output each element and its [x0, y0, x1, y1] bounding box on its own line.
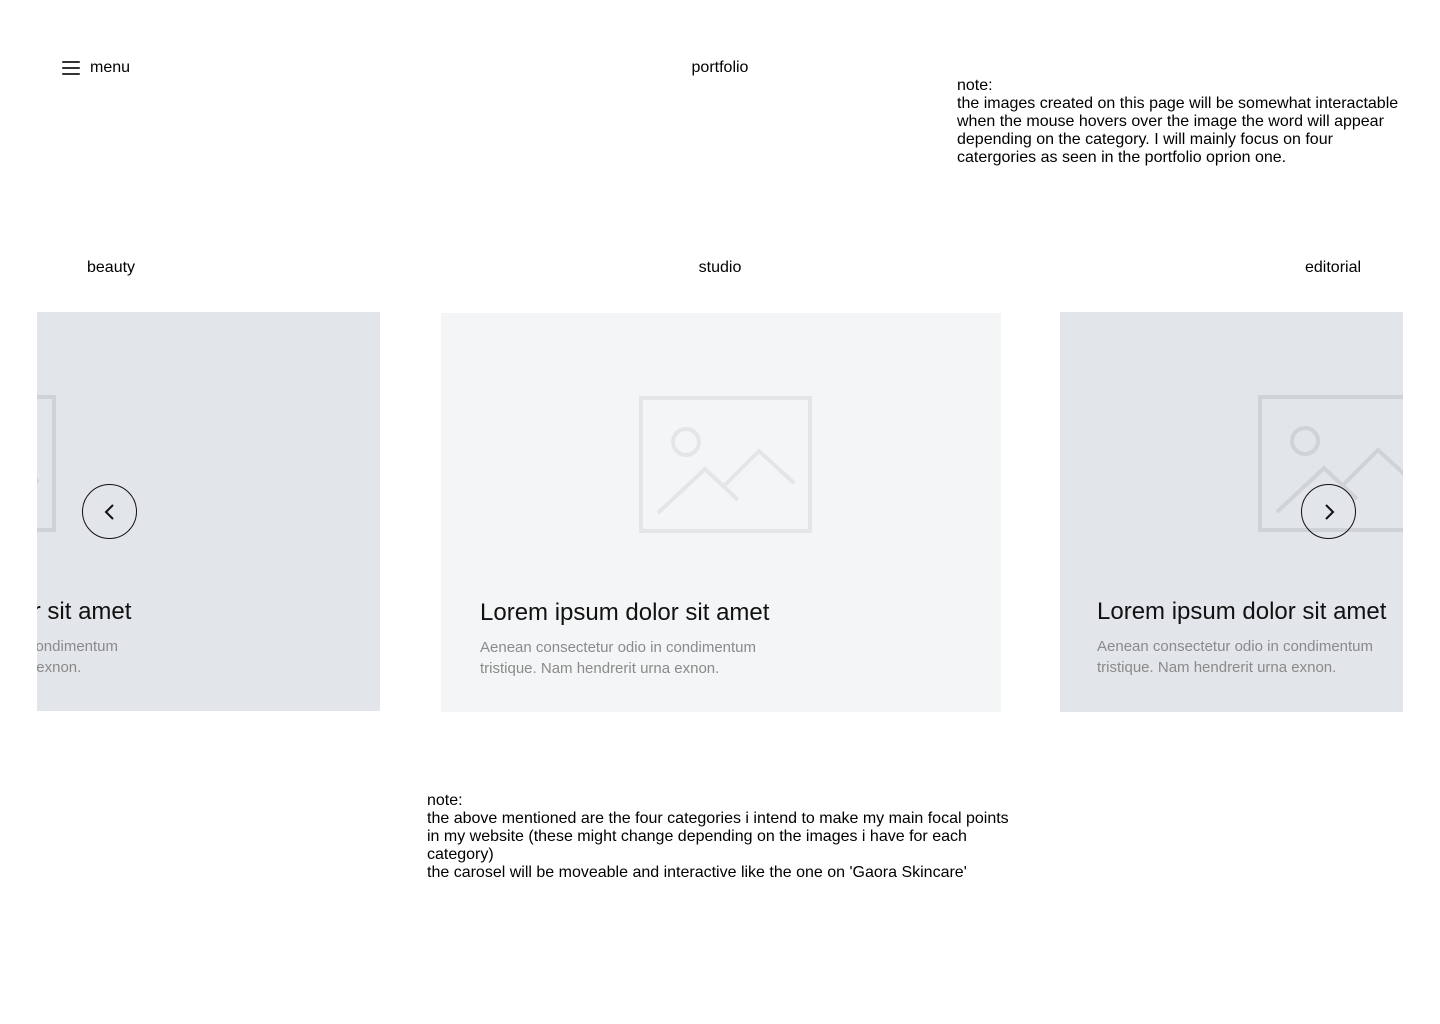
card-title: Lorem ipsum dolor sit amet — [37, 598, 132, 625]
carousel-card-studio[interactable]: Lorem ipsum dolor sit amet Aenean consec… — [441, 313, 1001, 712]
note-label: note: — [957, 77, 993, 94]
note-text: the above mentioned are the four categor… — [427, 810, 1009, 863]
card-description: Aenean consectetur odio in condimentum t… — [1097, 638, 1374, 676]
category-label-editorial[interactable]: editorial — [1305, 258, 1361, 278]
card-title: Lorem ipsum dolor sit amet — [1097, 598, 1387, 625]
image-placeholder-icon — [639, 396, 812, 533]
card-description: Aenean consectetur odio in condimentum t… — [480, 639, 757, 677]
card-description: Aenean consectetur odio in condimentum t… — [37, 638, 119, 676]
carousel-next-button[interactable] — [1301, 484, 1356, 539]
category-label-studio[interactable]: studio — [0, 258, 1440, 278]
chevron-right-icon — [1324, 503, 1334, 520]
chevron-left-icon — [104, 503, 114, 520]
note-text: the carosel will be moveable and interac… — [427, 864, 967, 881]
note-bottom: note: the above mentioned are the four c… — [427, 792, 1017, 882]
page-title: portfolio — [691, 59, 749, 76]
portfolio-page: menu portfolio note: the images created … — [0, 0, 1440, 1024]
note-label: note: — [427, 792, 463, 809]
image-placeholder-icon — [37, 395, 56, 532]
carousel-prev-button[interactable] — [82, 484, 137, 539]
note-text: the images created on this page will be … — [957, 95, 1399, 166]
card-title: Lorem ipsum dolor sit amet — [480, 599, 770, 626]
note-top: note: the images created on this page wi… — [957, 77, 1407, 167]
